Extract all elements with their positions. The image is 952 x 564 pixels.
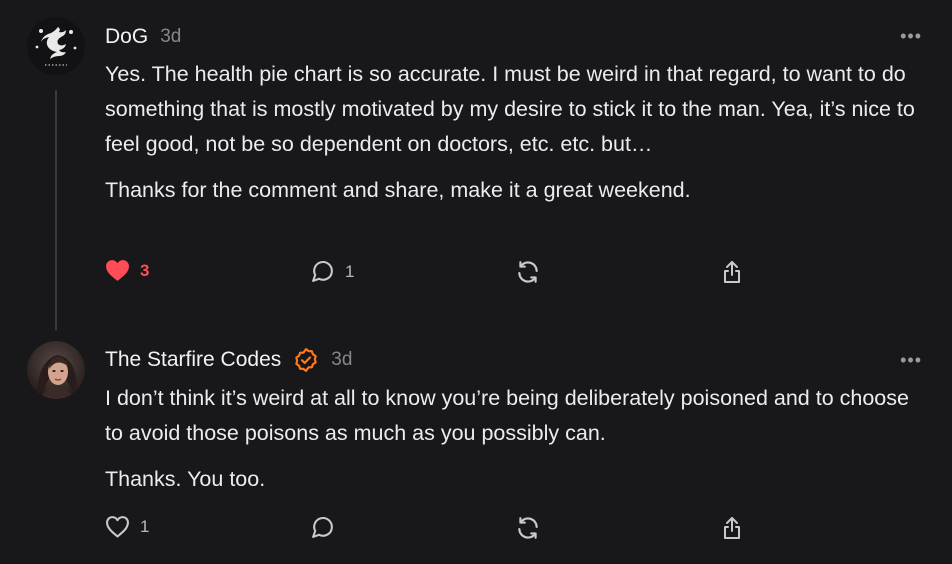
heart-icon	[106, 516, 129, 538]
comment-paragraph: Thanks for the comment and share, make i…	[105, 178, 691, 202]
profile-photo-icon	[27, 341, 85, 399]
author-name[interactable]: The Starfire Codes	[105, 348, 281, 372]
like-count: 1	[140, 516, 150, 536]
thread-line	[55, 90, 57, 330]
comment-body: I don’t think it’s weird at all to know …	[105, 381, 920, 497]
comment-actions: 3 1	[105, 259, 755, 287]
avatar-starfire[interactable]	[27, 341, 85, 399]
comment-body: Yes. The health pie chart is so accurate…	[105, 57, 920, 208]
like-count: 3	[140, 260, 150, 280]
comment-starfire: The Starfire Codes 3d ••• I don’t think …	[0, 330, 952, 564]
avatar-dog[interactable]	[27, 17, 85, 75]
share-button[interactable]	[720, 259, 744, 285]
restack-button[interactable]	[515, 259, 541, 285]
like-button[interactable]: 3	[105, 259, 149, 282]
share-button[interactable]	[720, 515, 744, 541]
more-options-button[interactable]: •••	[900, 27, 922, 45]
verified-check-badge-icon	[295, 348, 317, 372]
author-row: DoG 3d	[105, 23, 181, 51]
author-name[interactable]: DoG	[105, 25, 148, 49]
verified-badge	[293, 347, 319, 373]
ellipsis-icon: •••	[900, 350, 922, 370]
reply-button[interactable]	[310, 515, 335, 540]
comment-time[interactable]: 3d	[160, 26, 181, 48]
author-row: The Starfire Codes 3d	[105, 346, 352, 374]
comment-paragraph: Thanks. You too.	[105, 467, 266, 491]
more-options-button[interactable]: •••	[900, 351, 922, 369]
comment-actions: 1	[105, 515, 755, 543]
restack-arrows-icon	[518, 517, 538, 539]
comment-paragraph: I don’t think it’s weird at all to know …	[105, 386, 909, 445]
comment-time[interactable]: 3d	[331, 349, 352, 371]
ellipsis-icon: •••	[900, 26, 922, 46]
comment-dog: DoG 3d ••• Yes. The health pie chart is …	[0, 0, 952, 330]
reply-button[interactable]: 1	[310, 259, 354, 284]
share-upload-icon	[724, 261, 740, 283]
speech-bubble-icon	[312, 516, 333, 538]
share-upload-icon	[724, 517, 740, 539]
restack-arrows-icon	[518, 261, 538, 283]
comment-paragraph: Yes. The health pie chart is so accurate…	[105, 62, 915, 156]
restack-button[interactable]	[515, 515, 541, 541]
reply-count: 1	[345, 261, 355, 281]
heart-icon	[106, 260, 129, 281]
speech-bubble-icon	[312, 260, 333, 282]
dog-logo-icon	[27, 17, 85, 75]
like-button[interactable]: 1	[105, 515, 149, 538]
